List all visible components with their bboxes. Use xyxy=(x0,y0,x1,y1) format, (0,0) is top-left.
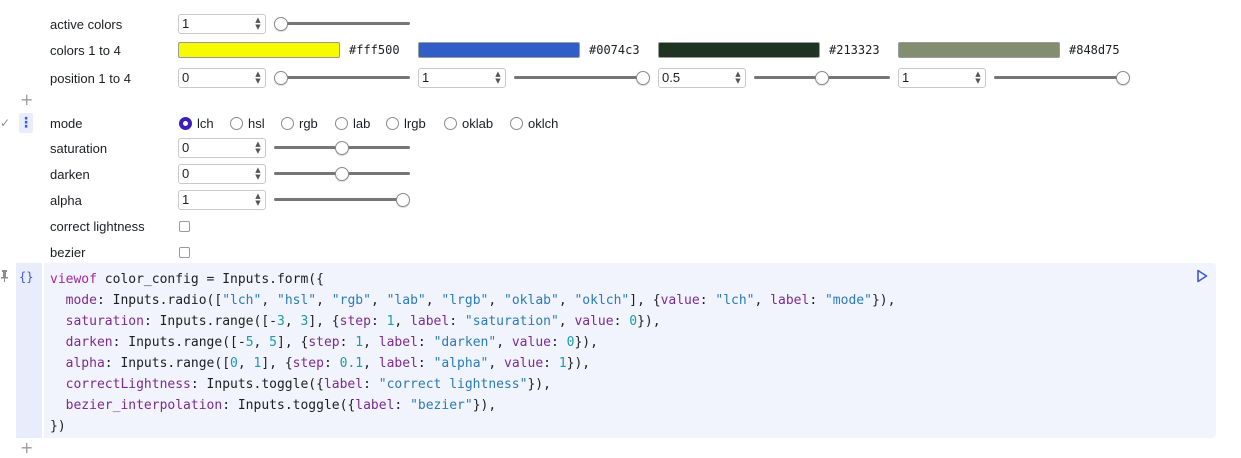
position-slider-track-4[interactable] xyxy=(994,76,1130,79)
stepper-icon[interactable]: ▲ ▼ xyxy=(254,17,262,31)
correct-lightness-label: correct lightness xyxy=(50,219,145,234)
correct-lightness-checkbox[interactable] xyxy=(179,221,190,232)
mode-radio-label-lch[interactable]: lch xyxy=(197,116,214,132)
color-swatch-1[interactable] xyxy=(178,42,340,58)
saturation-value: 0 xyxy=(182,140,190,155)
position-value-3: 0.5 xyxy=(662,70,681,85)
position-value-1: 0 xyxy=(182,70,190,85)
stepper-icon[interactable]: ▲ ▼ xyxy=(494,71,502,85)
position-slider-thumb-2[interactable] xyxy=(636,71,650,85)
stepper-icon[interactable]: ▲ ▼ xyxy=(254,193,262,207)
active-colors-label: active colors xyxy=(50,17,123,32)
alpha-slider-thumb[interactable] xyxy=(396,193,410,207)
position-slider-thumb-3[interactable] xyxy=(815,71,829,85)
color-hex-4: #848d75 xyxy=(1069,43,1120,57)
color-hex-1: #fff500 xyxy=(349,43,400,57)
mode-radio-hsl[interactable] xyxy=(230,117,243,130)
mode-radio-lab[interactable] xyxy=(335,117,348,130)
position-value-4: 1 xyxy=(902,70,910,85)
bezier-label: bezier xyxy=(50,245,86,260)
mode-radio-oklab[interactable] xyxy=(444,117,457,130)
braces-icon[interactable]: {} xyxy=(19,269,33,285)
add-cell-icon[interactable]: + xyxy=(20,92,33,108)
active-colors-slider-thumb[interactable] xyxy=(274,17,288,31)
active-colors-input[interactable]: 1 ▲ ▼ xyxy=(178,14,266,34)
stepper-icon[interactable]: ▲ ▼ xyxy=(734,71,742,85)
saturation-label: saturation xyxy=(50,141,108,156)
pin-icon[interactable] xyxy=(0,270,9,285)
position-input-2[interactable]: 1 ▲ ▼ xyxy=(418,68,506,88)
stepper-icon[interactable]: ▲ ▼ xyxy=(254,141,262,155)
position-value-2: 1 xyxy=(422,70,430,85)
saturation-input[interactable]: 0 ▲ ▼ xyxy=(178,138,266,158)
position-slider-track-1[interactable] xyxy=(274,76,410,79)
mode-radio-lrgb[interactable] xyxy=(386,117,399,130)
darken-value: 0 xyxy=(182,166,190,181)
color-swatch-2[interactable] xyxy=(418,42,580,58)
alpha-slider-track[interactable] xyxy=(274,198,410,201)
active-colors-slider-track[interactable] xyxy=(274,22,410,25)
color-swatch-4[interactable] xyxy=(898,42,1060,58)
color-swatch-3[interactable] xyxy=(658,42,820,58)
color-hex-2: #0074c3 xyxy=(589,43,640,57)
mode-radio-label-rgb[interactable]: rgb xyxy=(299,116,318,132)
position-slider-thumb-4[interactable] xyxy=(1116,71,1130,85)
add-cell-bottom-icon[interactable]: + xyxy=(20,440,33,456)
alpha-value: 1 xyxy=(182,192,190,207)
pin-icon-svg xyxy=(1,270,8,282)
stepper-icon[interactable]: ▲ ▼ xyxy=(254,167,262,181)
active-colors-value: 1 xyxy=(182,16,190,31)
positions-label: position 1 to 4 xyxy=(50,71,131,86)
mode-label: mode xyxy=(50,116,83,131)
saturation-slider-thumb[interactable] xyxy=(335,141,349,155)
alpha-label: alpha xyxy=(50,193,82,208)
code-text[interactable]: viewof color_config = Inputs.form({ mode… xyxy=(50,269,895,437)
mode-radio-label-lrgb[interactable]: lrgb xyxy=(404,116,426,132)
darken-label: darken xyxy=(50,167,90,182)
code-cell-gutter xyxy=(16,263,42,438)
alpha-input[interactable]: 1 ▲ ▼ xyxy=(178,190,266,210)
color-hex-3: #213323 xyxy=(829,43,880,57)
position-input-3[interactable]: 0.5 ▲ ▼ xyxy=(658,68,746,88)
colors-label: colors 1 to 4 xyxy=(50,43,121,58)
stepper-icon[interactable]: ▲ ▼ xyxy=(254,71,262,85)
position-slider-track-2[interactable] xyxy=(514,76,650,79)
stepper-icon[interactable]: ▲ ▼ xyxy=(974,71,982,85)
position-input-4[interactable]: 1 ▲ ▼ xyxy=(898,68,986,88)
mode-radio-oklch[interactable] xyxy=(510,117,523,130)
check-icon: ✓ xyxy=(0,116,11,130)
run-icon[interactable] xyxy=(1196,269,1208,286)
position-input-1[interactable]: 0 ▲ ▼ xyxy=(178,68,266,88)
position-slider-thumb-1[interactable] xyxy=(274,71,288,85)
darken-slider-thumb[interactable] xyxy=(335,167,349,181)
mode-radio-label-hsl[interactable]: hsl xyxy=(248,116,265,132)
bezier-checkbox[interactable] xyxy=(179,247,190,258)
mode-radio-lch[interactable] xyxy=(179,117,192,130)
mode-radio-rgb[interactable] xyxy=(281,117,294,130)
darken-input[interactable]: 0 ▲ ▼ xyxy=(178,164,266,184)
mode-radio-label-lab[interactable]: lab xyxy=(353,116,370,132)
run-icon-svg xyxy=(1197,269,1208,283)
cell-menu-icon[interactable]: ⋮ xyxy=(19,113,33,133)
mode-radio-label-oklch[interactable]: oklch xyxy=(528,116,558,132)
mode-radio-label-oklab[interactable]: oklab xyxy=(462,116,493,132)
